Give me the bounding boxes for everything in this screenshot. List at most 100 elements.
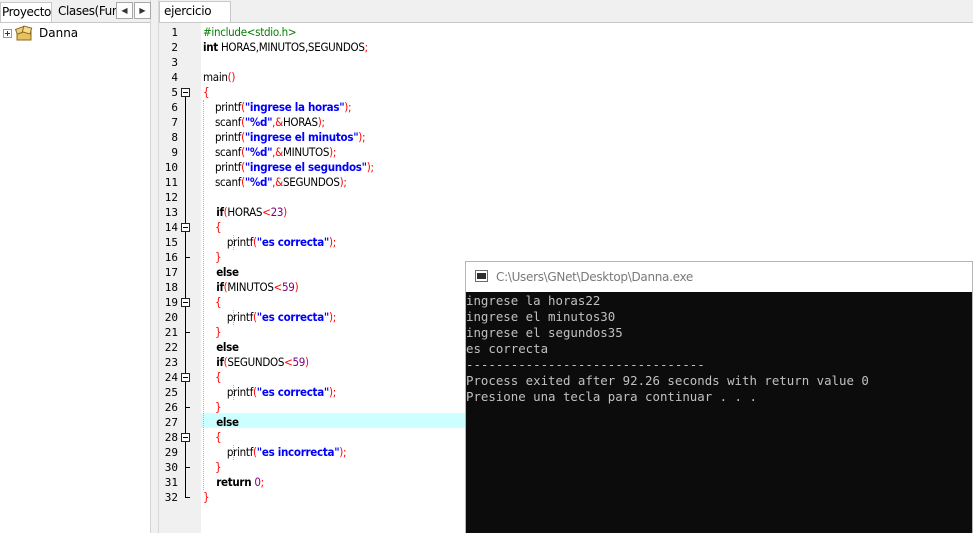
code-token: () xyxy=(227,70,236,84)
panel-splitter[interactable] xyxy=(151,0,159,533)
console-window[interactable]: C:\Users\GNet\Desktop\Danna.exe ingrese … xyxy=(465,261,973,533)
console-output[interactable]: ingrese la horas22 ingrese el minutos30 in… xyxy=(466,292,972,533)
code-token: { xyxy=(203,430,222,444)
code-token: printf xyxy=(203,160,242,174)
code-token: } xyxy=(203,400,222,414)
fold-collapse-icon[interactable] xyxy=(181,433,190,442)
project-icon xyxy=(15,25,33,41)
line-number: 9 xyxy=(171,146,178,159)
code-line: printf("es correcta"); xyxy=(203,385,336,400)
code-token: } xyxy=(203,460,222,474)
line-number: 30 xyxy=(164,461,178,474)
code-token: ); xyxy=(339,445,347,459)
code-line: else xyxy=(203,265,239,280)
code-token: 59 xyxy=(292,355,306,369)
code-line: if(SEGUNDOS<59) xyxy=(203,355,309,370)
code-token: ); xyxy=(328,310,336,324)
code-token: "%d" xyxy=(244,145,273,159)
code-token: "%d" xyxy=(244,175,273,189)
console-line: -------------------------------- xyxy=(466,357,705,372)
line-number: 21 xyxy=(164,326,178,339)
code-token: ,& xyxy=(272,115,283,129)
line-number: 17 xyxy=(164,266,178,279)
line-number: 13 xyxy=(164,206,178,219)
code-token: ); xyxy=(328,235,336,249)
line-number: 19 xyxy=(164,296,178,309)
line-number: 26 xyxy=(164,401,178,414)
fold-end xyxy=(185,332,190,333)
line-number: 11 xyxy=(164,176,178,189)
tab-scroll-left-icon[interactable]: ◀ xyxy=(116,2,133,19)
fold-end xyxy=(185,467,190,468)
code-token: ; xyxy=(364,40,369,54)
fold-collapse-icon[interactable] xyxy=(181,88,190,97)
expand-icon[interactable] xyxy=(3,29,12,38)
code-token: ,& xyxy=(272,145,283,159)
code-token: int xyxy=(203,40,218,54)
tab-file[interactable]: ejercicio B.c xyxy=(159,1,231,36)
code-token: printf xyxy=(203,445,254,459)
line-number: 31 xyxy=(164,476,178,489)
tab-scroll-right-icon[interactable]: ▶ xyxy=(134,2,151,19)
code-token: main xyxy=(203,70,228,84)
fold-collapse-icon[interactable] xyxy=(181,223,190,232)
code-line: { xyxy=(203,85,210,100)
fold-collapse-icon[interactable] xyxy=(181,373,190,382)
code-token: ); xyxy=(329,145,337,159)
tab-proyecto[interactable]: Proyecto xyxy=(0,2,52,22)
project-panel: Proyecto Clases(Fun ◀ ▶ Danna xyxy=(0,0,151,533)
code-token: ); xyxy=(328,385,336,399)
code-token: { xyxy=(203,220,222,234)
console-app-icon xyxy=(475,270,488,282)
fold-end xyxy=(185,407,190,408)
line-number: 16 xyxy=(164,251,178,264)
code-line: if(HORAS<23) xyxy=(203,205,287,220)
line-number: 3 xyxy=(171,56,178,69)
indent-guide xyxy=(233,310,234,325)
code-token: if xyxy=(203,205,224,219)
code-token: ); xyxy=(339,175,347,189)
line-number: 7 xyxy=(171,116,178,129)
line-number: 2 xyxy=(171,41,178,54)
code-token: else xyxy=(203,265,239,279)
code-token: { xyxy=(203,85,210,99)
fold-collapse-icon[interactable] xyxy=(181,298,190,307)
code-token: ); xyxy=(317,115,325,129)
code-token: "es correcta" xyxy=(256,385,329,399)
code-token: return xyxy=(203,475,252,489)
line-number: 22 xyxy=(164,341,178,354)
code-token: MINUTOS xyxy=(227,280,274,294)
code-token: if xyxy=(203,355,224,369)
code-token: printf xyxy=(203,235,254,249)
code-token: { xyxy=(203,295,222,309)
code-line: printf("es incorrecta"); xyxy=(203,445,347,460)
line-number: 29 xyxy=(164,446,178,459)
code-line: } xyxy=(203,490,210,505)
indent-guide xyxy=(233,385,234,400)
code-line: { xyxy=(203,430,222,445)
code-token: if xyxy=(203,280,224,294)
code-line: printf("ingrese la horas"); xyxy=(203,100,352,115)
code-line: scanf("%d",&MINUTOS); xyxy=(203,145,336,160)
current-line-highlight xyxy=(201,413,466,428)
code-line: } xyxy=(203,325,222,340)
line-number: 1 xyxy=(171,26,178,39)
code-token: "ingrese el segundos" xyxy=(244,160,367,174)
fold-line xyxy=(185,232,186,257)
console-line: ingrese el segundos35 xyxy=(466,325,623,340)
code-line: else xyxy=(203,415,239,430)
indent-guide xyxy=(233,445,234,460)
code-token: scanf xyxy=(203,115,242,129)
code-token: < xyxy=(262,205,271,219)
line-number: 24 xyxy=(164,371,178,384)
line-number: 8 xyxy=(171,131,178,144)
code-line: main() xyxy=(203,70,235,85)
tab-clases[interactable]: Clases(Fun xyxy=(57,2,116,22)
fold-line xyxy=(185,442,186,467)
tree-item-label: Danna xyxy=(39,26,79,40)
code-line: return 0; xyxy=(203,475,264,490)
console-titlebar[interactable]: C:\Users\GNet\Desktop\Danna.exe xyxy=(466,262,972,292)
code-token: SEGUNDOS xyxy=(227,355,285,369)
console-line: es correcta xyxy=(466,341,549,356)
line-number: 5 xyxy=(171,86,178,99)
